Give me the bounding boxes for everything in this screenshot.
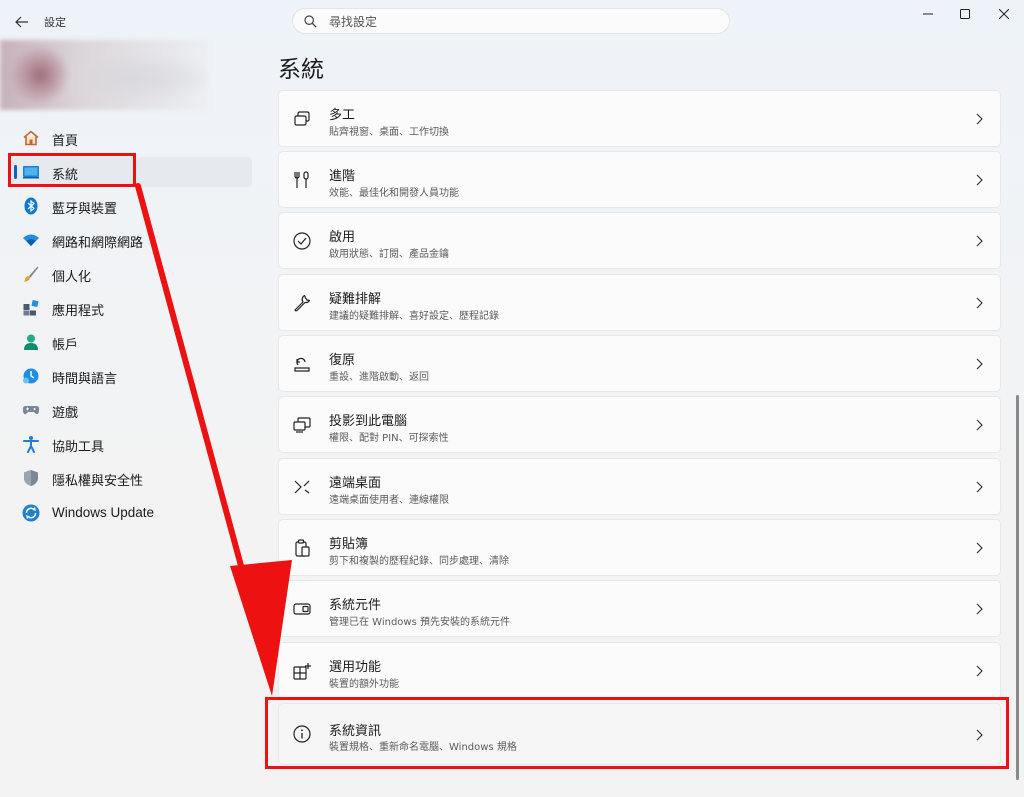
annotation-arrow xyxy=(135,183,292,696)
settings-window: 設定 首頁 xyxy=(0,0,1024,797)
